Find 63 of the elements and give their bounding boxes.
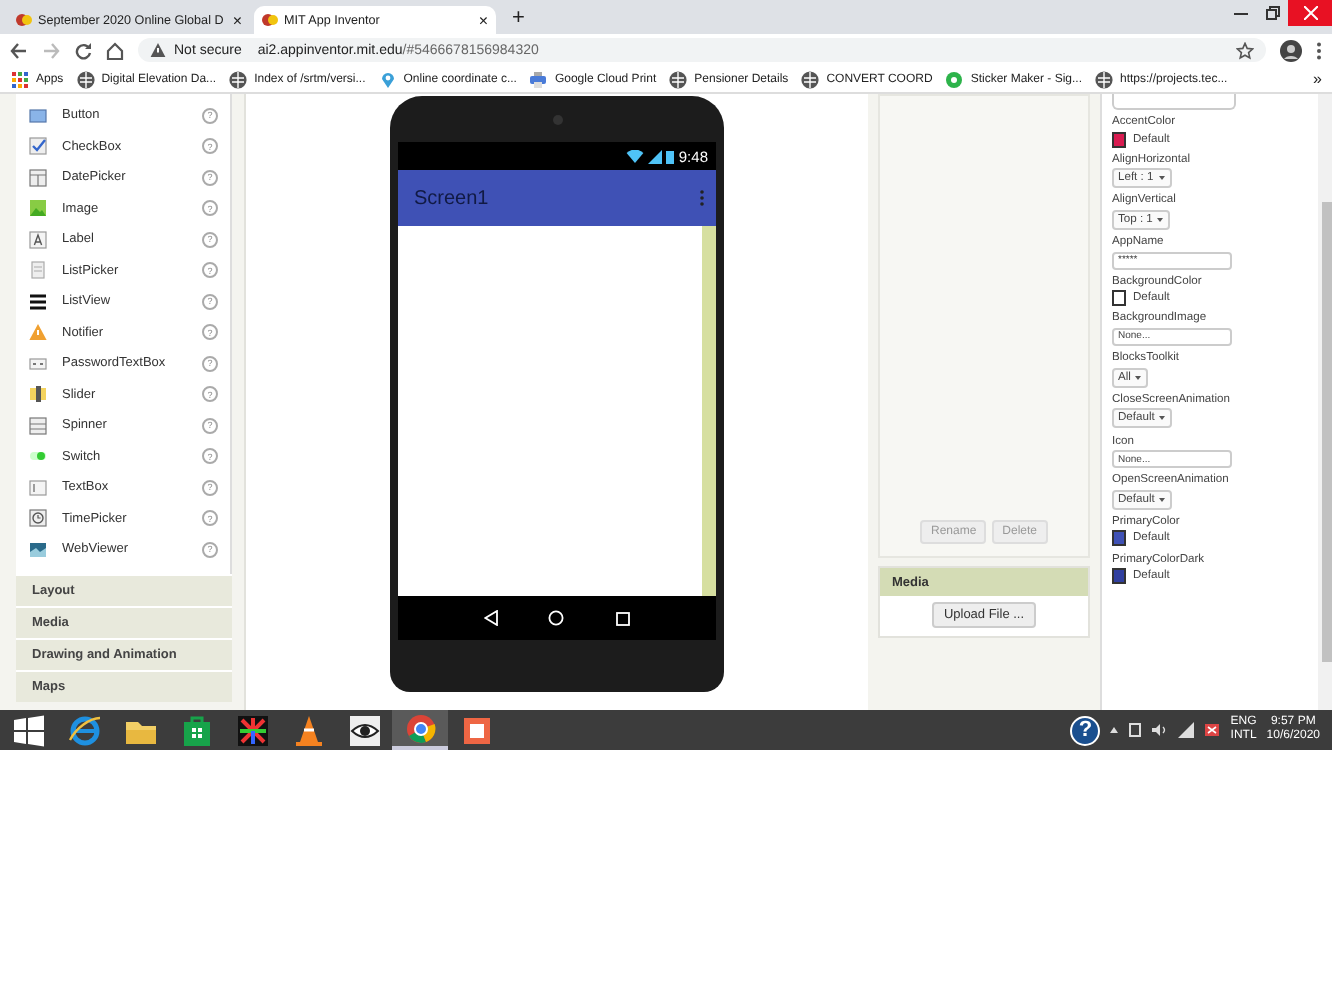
- circle-icon: [944, 69, 965, 89]
- device-icon[interactable]: [1128, 722, 1143, 738]
- close-window-button[interactable]: [1288, 0, 1332, 26]
- list-lines-icon: [28, 291, 48, 312]
- password-field-icon: [28, 353, 48, 374]
- globe-icon: [75, 69, 96, 89]
- printer-icon: [528, 69, 549, 89]
- star-icon[interactable]: [1236, 41, 1254, 59]
- globe-icon: [800, 69, 821, 89]
- close-tab-button[interactable]: ×: [478, 11, 488, 29]
- button-icon: [28, 105, 48, 126]
- checkbox-icon: [28, 136, 48, 157]
- alert-flag-icon[interactable]: [1204, 722, 1221, 738]
- calendar-icon: [28, 167, 48, 188]
- wifi-icon: [626, 149, 645, 163]
- caret-icon: [1158, 495, 1167, 504]
- globe-icon: [228, 69, 249, 89]
- close-tab-button[interactable]: ×: [232, 11, 242, 29]
- new-tab-button[interactable]: +: [500, 5, 537, 29]
- recent-apps-icon[interactable]: [616, 611, 631, 625]
- caret-icon: [1158, 414, 1167, 423]
- scrollbar[interactable]: [1318, 94, 1332, 710]
- close-icon: [1303, 6, 1317, 20]
- taskbar-app[interactable]: [392, 710, 448, 750]
- help-button[interactable]: ?: [1070, 715, 1101, 745]
- caret-icon: [1134, 373, 1143, 382]
- home-icon[interactable]: [106, 41, 124, 59]
- volume-icon[interactable]: [1152, 722, 1169, 738]
- battery-icon: [666, 149, 675, 163]
- image-icon: [28, 198, 48, 219]
- label-icon: [28, 229, 48, 250]
- browser-icon[interactable]: [65, 711, 103, 749]
- globe-icon: [1094, 69, 1114, 89]
- app-logo-icon: [262, 12, 278, 28]
- profile-avatar-icon[interactable]: [1280, 39, 1302, 61]
- chrome-icon: [401, 709, 439, 747]
- spinner-icon: [28, 415, 48, 436]
- restore-icon: [1265, 6, 1279, 20]
- screen-title: Screen1: [414, 187, 489, 209]
- back-icon[interactable]: [10, 41, 28, 59]
- web-viewer-icon: [28, 539, 48, 560]
- windows-logo-icon[interactable]: [9, 711, 47, 749]
- menu-icon[interactable]: [1316, 41, 1322, 59]
- warning-icon: [150, 42, 166, 58]
- list-icon: [28, 260, 48, 281]
- caret-icon: [1157, 174, 1166, 183]
- globe-icon: [668, 69, 689, 89]
- apps-icon: [10, 69, 30, 89]
- reload-icon[interactable]: [74, 41, 92, 59]
- app-logo-icon: [16, 12, 32, 28]
- eye-icon[interactable]: [345, 711, 383, 749]
- clock-icon: [28, 508, 48, 529]
- caret-icon: [1156, 215, 1165, 224]
- color-burst-icon[interactable]: [233, 711, 271, 749]
- camera-icon: [551, 113, 563, 125]
- warning-icon: [28, 322, 48, 343]
- text-box-icon: [28, 477, 48, 498]
- show-hidden-icons-icon[interactable]: [1110, 726, 1119, 734]
- signal-icon: [648, 149, 663, 163]
- more-bookmarks-button[interactable]: »: [1313, 70, 1322, 88]
- slider-icon: [28, 384, 48, 405]
- pin-icon: [377, 69, 398, 89]
- network-icon[interactable]: [1178, 722, 1195, 738]
